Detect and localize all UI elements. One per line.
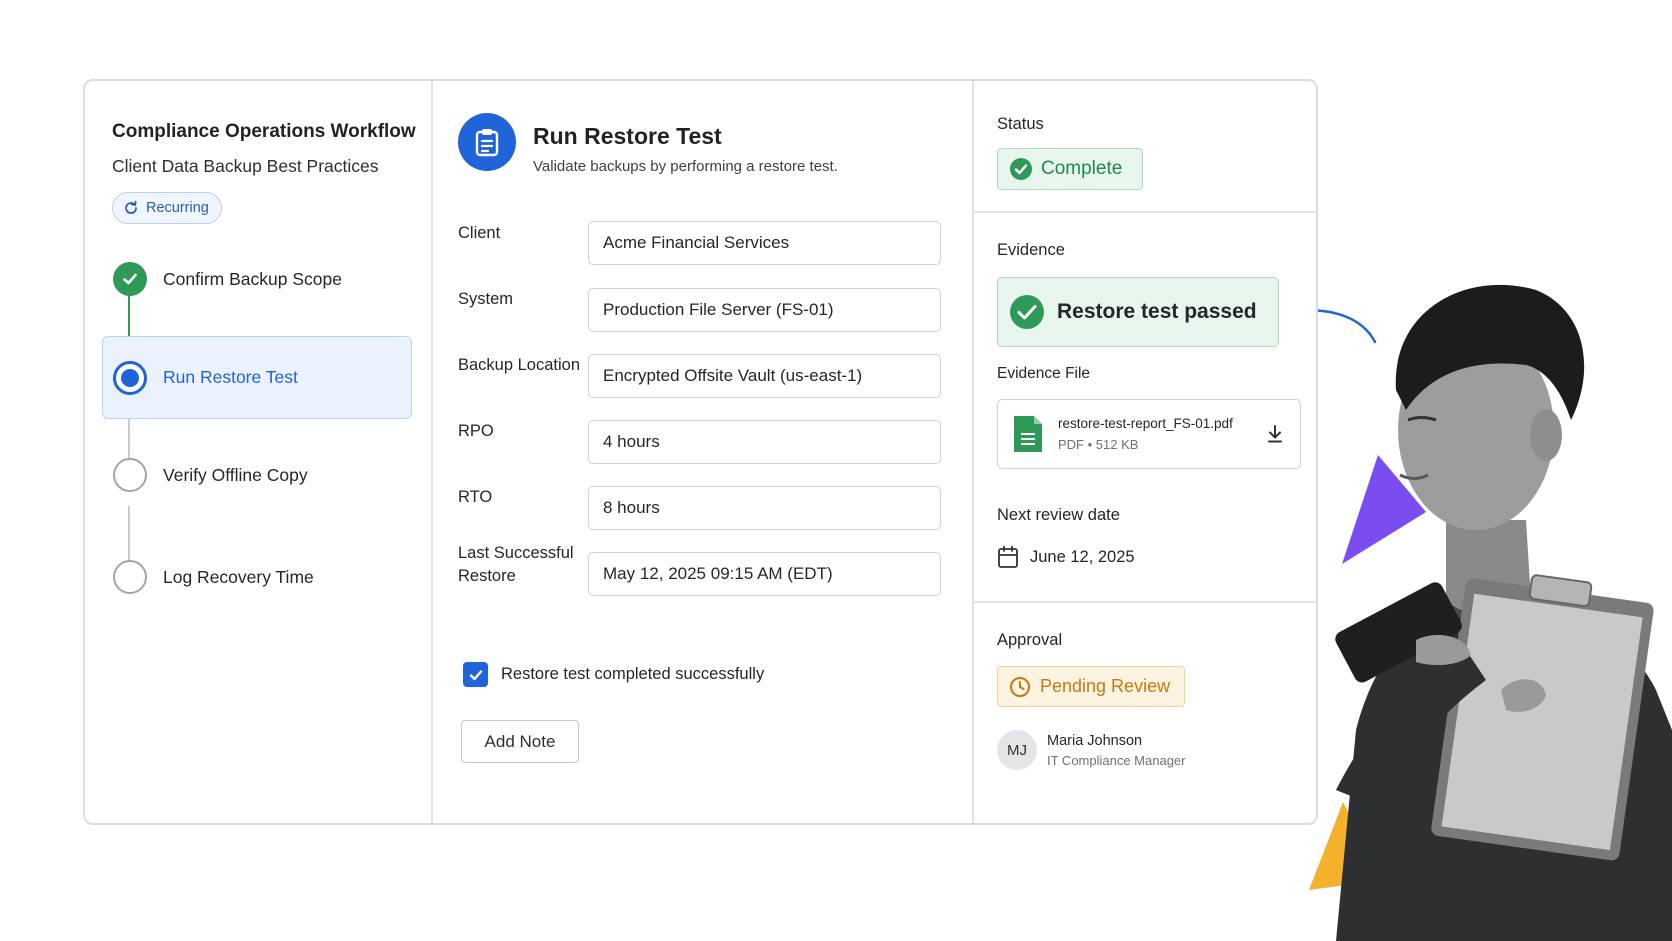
approval-status-label: Pending Review [1040,676,1171,696]
evidence-result-label: Restore test passed [1057,300,1257,323]
add-note-button[interactable]: Add Note [461,720,579,763]
last-restore-label: Last Successful Restore [458,544,574,585]
step-label: Confirm Backup Scope [163,268,342,289]
calendar-icon [998,545,1018,568]
document-icon [1014,416,1042,452]
clock-icon [1010,676,1030,697]
review-heading: Next review date [997,506,1120,524]
current-step-icon [113,360,147,395]
workflow-title: Compliance Operations Workflow [112,121,416,142]
step-label: Run Restore Test [163,367,298,387]
restore-completed-checkbox-row: Restore test completed successfully [463,662,764,687]
task-title: Run Restore Test [533,123,722,149]
step-label: Verify Offline Copy [163,464,308,485]
task-description: Validate backups by performing a restore… [533,158,838,175]
status-label: Complete [1041,158,1123,179]
client-field[interactable]: Acme Financial Services [588,221,941,265]
evidence-result: Restore test passed [997,277,1279,347]
check-circle-icon [1010,158,1032,180]
checkbox-label: Restore test completed successfully [501,665,765,683]
avatar: MJ [997,730,1037,770]
review-date-value: June 12, 2025 [1030,547,1135,566]
evidence-heading: Evidence [997,241,1065,259]
backup-location-label: Backup Location [458,356,581,374]
step-verify-offline-copy[interactable]: Verify Offline Copy [102,432,412,518]
evidence-file[interactable]: restore-test-report_FS-01.pdf PDF • 512 … [997,399,1301,469]
review-date: June 12, 2025 [997,545,1135,569]
workflow-sidebar: Compliance Operations Workflow Client Da… [85,81,433,823]
status-badge: Complete [997,148,1143,190]
step-run-restore-test[interactable]: Run Restore Test [102,336,412,419]
refresh-icon [125,200,137,214]
check-circle-icon [1010,295,1044,329]
empty-circle-icon [113,458,147,492]
workflow-card: Compliance Operations Workflow Client Da… [83,79,1318,825]
file-meta: PDF • 512 KB [1058,437,1139,452]
rpo-field[interactable]: 4 hours [588,420,941,464]
workflow-subtitle: Client Data Backup Best Practices [112,156,379,176]
empty-circle-icon [113,560,147,594]
divider [974,211,1316,213]
client-label: Client [458,224,501,242]
system-label: System [458,290,514,308]
divider [974,601,1316,603]
approver-role: IT Compliance Manager [1047,752,1186,768]
rto-field[interactable]: 8 hours [588,486,941,530]
task-panel: Run Restore Test Validate backups by per… [433,81,974,823]
status-heading: Status [997,115,1044,133]
rpo-label: RPO [458,422,494,440]
approval-heading: Approval [997,631,1063,649]
evidence-file-heading: Evidence File [997,365,1091,382]
check-circle-icon [113,262,147,296]
approver-name: Maria Johnson [1047,732,1143,749]
checkmark-icon [469,669,482,680]
recurring-badge: Recurring [112,192,222,224]
approval-status-badge: Pending Review [997,666,1185,707]
details-panel: Status Complete Evidence Restore test pa… [974,81,1316,823]
file-name: restore-test-report_FS-01.pdf [1058,416,1233,431]
clipboard-icon [458,113,516,171]
step-label: Log Recovery Time [163,566,314,587]
rto-label: RTO [458,488,493,506]
system-field[interactable]: Production File Server (FS-01) [588,288,941,332]
person-with-clipboard-photo [1335,284,1672,941]
download-icon[interactable] [1266,424,1284,444]
step-log-recovery-time[interactable]: Log Recovery Time [102,534,412,620]
step-confirm-backup-scope[interactable]: Confirm Backup Scope [102,236,412,322]
approver: MJ Maria Johnson IT Compliance Manager [997,730,1186,770]
last-restore-field[interactable]: May 12, 2025 09:15 AM (EDT) [588,552,941,596]
recurring-label: Recurring [146,200,209,216]
restore-completed-checkbox[interactable] [463,662,488,687]
backup-location-field[interactable]: Encrypted Offsite Vault (us-east-1) [588,354,941,398]
